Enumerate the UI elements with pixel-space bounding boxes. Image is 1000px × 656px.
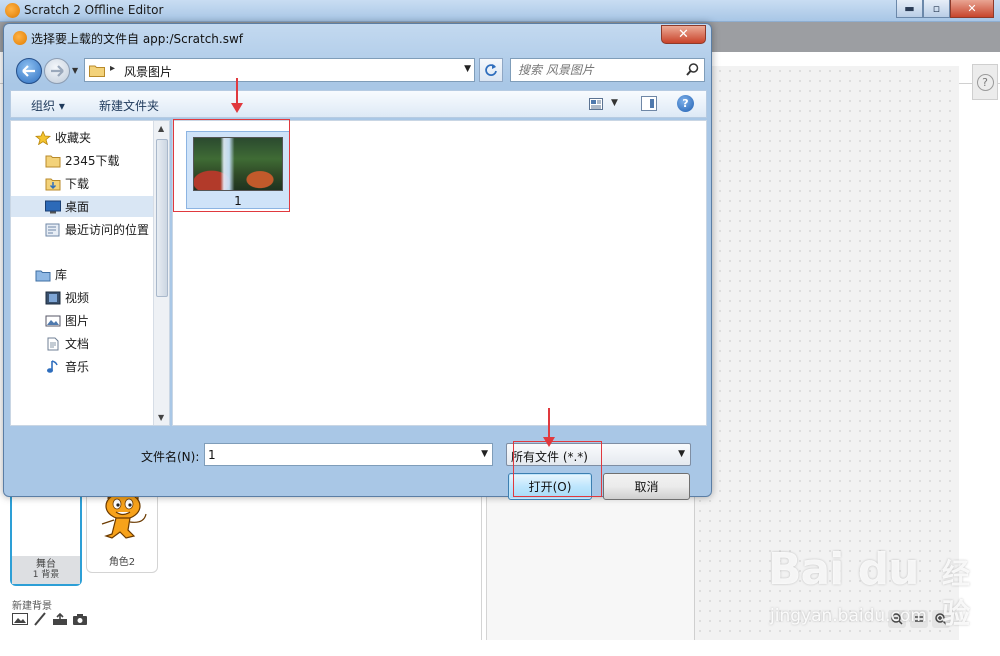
scratch-app-icon — [5, 3, 20, 18]
filetype-dropdown-arrow[interactable]: ▼ — [678, 449, 685, 459]
file-open-dialog: 选择要上载的文件自 app:/Scratch.swf ✕ ▼ ▸ 风景图片 ▼ … — [3, 23, 712, 500]
nav-item-recent-places[interactable]: 最近访问的位置 — [11, 219, 153, 240]
stage-label: 舞台 — [36, 559, 56, 570]
help-icon[interactable]: ? — [677, 95, 694, 112]
search-box[interactable] — [510, 58, 705, 82]
nav-item-libraries[interactable]: 库 — [11, 264, 153, 285]
open-button-highlight-box — [513, 441, 602, 497]
new-folder-button[interactable]: 新建文件夹 — [99, 97, 159, 114]
nav-item-downloads[interactable]: 下载 — [11, 173, 153, 194]
sprite-name: 角色2 — [108, 557, 136, 568]
maximize-button[interactable]: ▫ — [923, 0, 950, 18]
window-controls: ▬ ▫ ✕ — [896, 0, 994, 18]
scrollbar-thumb[interactable] — [156, 139, 168, 297]
choose-backdrop-icon[interactable] — [12, 612, 28, 626]
help-circle-icon: ? — [976, 73, 994, 91]
cancel-button[interactable]: 取消 — [603, 473, 690, 500]
nav-item-favorites[interactable]: 收藏夹 — [11, 127, 153, 148]
stage-label-box: 舞台 1 背景 — [12, 556, 80, 584]
help-tab[interactable]: ? — [972, 64, 998, 100]
nav-item-desktop[interactable]: 桌面 — [11, 196, 153, 217]
breadcrumb-separator[interactable]: ▸ — [110, 63, 115, 74]
filename-input[interactable] — [205, 444, 470, 465]
stage-backdrop-count: 1 背景 — [32, 570, 60, 580]
organize-menu[interactable]: 组织 ▾ — [31, 97, 65, 114]
search-input[interactable] — [511, 59, 681, 81]
nav-item-label: 音乐 — [65, 360, 90, 374]
documents-icon — [47, 337, 59, 350]
nav-item-label: 图片 — [65, 314, 90, 328]
file-highlight-box — [173, 119, 290, 212]
zoom-controls — [888, 610, 950, 628]
backdrop-tools — [12, 612, 88, 626]
folder-icon — [45, 155, 61, 167]
main-window-title: Scratch 2 Offline Editor — [24, 3, 164, 17]
dialog-toolbar: 组织 ▾ 新建文件夹 ▼ ? — [10, 90, 707, 118]
back-arrow-icon — [22, 65, 35, 77]
video-icon — [45, 291, 61, 304]
change-view-icon[interactable] — [589, 97, 603, 111]
paint-backdrop-icon[interactable] — [32, 612, 48, 626]
scroll-down-arrow[interactable]: ▼ — [158, 413, 164, 422]
address-bar[interactable]: ▸ 风景图片 ▼ — [84, 58, 475, 82]
address-history-dropdown[interactable]: ▼ — [464, 64, 471, 74]
close-window-button[interactable]: ✕ — [950, 0, 994, 18]
nav-item-2345-downloads[interactable]: 2345下载 — [11, 150, 153, 171]
star-icon — [35, 130, 51, 145]
nav-item-music[interactable]: 音乐 — [11, 356, 153, 377]
view-options-dropdown[interactable]: ▼ — [611, 98, 618, 108]
zoom-out-button[interactable] — [888, 610, 906, 628]
nav-item-label: 最近访问的位置 — [65, 223, 150, 237]
recent-pages-dropdown[interactable]: ▼ — [72, 66, 78, 75]
navigation-pane: 收藏夹 2345下载 下载 桌面 最近访问的位置 库 视频 图片 文档 音乐 ▲… — [10, 120, 170, 426]
script-area[interactable] — [694, 66, 959, 640]
open-button-pointer-arrow — [543, 408, 555, 447]
file-pointer-arrow — [231, 78, 243, 113]
minimize-button[interactable]: ▬ — [896, 0, 923, 18]
scroll-up-arrow[interactable]: ▲ — [158, 124, 164, 133]
library-icon — [35, 270, 51, 281]
nav-item-videos[interactable]: 视频 — [11, 287, 153, 308]
dialog-app-icon — [13, 31, 27, 45]
preview-pane-icon[interactable] — [641, 96, 657, 111]
download-folder-icon — [45, 178, 61, 190]
dialog-close-button[interactable]: ✕ — [661, 25, 706, 44]
forward-button[interactable] — [44, 58, 70, 84]
zoom-in-button[interactable] — [932, 610, 950, 628]
dialog-title: 选择要上载的文件自 app:/Scratch.swf — [31, 32, 244, 46]
nav-item-label: 库 — [55, 268, 68, 282]
nav-pane-scrollbar[interactable]: ▲ ▼ — [153, 121, 169, 425]
filename-dropdown-arrow[interactable]: ▼ — [481, 449, 488, 459]
nav-item-label: 收藏夹 — [55, 131, 92, 145]
nav-item-pictures[interactable]: 图片 — [11, 310, 153, 331]
nav-item-documents[interactable]: 文档 — [11, 333, 153, 354]
music-icon — [47, 359, 58, 373]
filename-label: 文件名(N): — [141, 450, 200, 464]
recent-places-icon — [45, 223, 60, 236]
nav-item-label: 2345下载 — [65, 154, 120, 168]
camera-backdrop-icon[interactable] — [72, 612, 88, 626]
desktop-icon — [45, 200, 61, 213]
nav-item-label: 文档 — [65, 337, 90, 351]
main-window-titlebar: Scratch 2 Offline Editor ▬ ▫ ✕ — [0, 0, 1000, 22]
nav-item-label: 桌面 — [65, 200, 90, 214]
refresh-button[interactable] — [479, 58, 503, 82]
upload-backdrop-icon[interactable] — [52, 612, 68, 626]
back-button[interactable] — [16, 58, 42, 84]
zoom-reset-button[interactable] — [910, 610, 928, 628]
forward-arrow-icon — [51, 65, 64, 77]
pictures-icon — [45, 315, 61, 326]
refresh-icon — [485, 64, 497, 76]
folder-icon — [89, 65, 105, 77]
breadcrumb-current-folder[interactable]: 风景图片 — [124, 63, 172, 80]
nav-item-label: 下载 — [65, 177, 90, 191]
filename-combo[interactable]: ▼ — [204, 443, 493, 466]
nav-item-label: 视频 — [65, 291, 90, 305]
search-icon[interactable] — [686, 63, 699, 79]
new-backdrop-label: 新建背景 — [12, 601, 52, 612]
